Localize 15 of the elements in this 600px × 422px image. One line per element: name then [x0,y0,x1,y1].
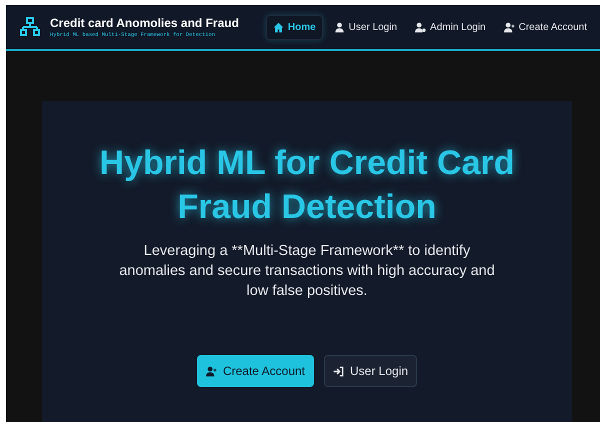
nav-link[interactable]: User Login [326,14,404,40]
hero-title: Hybrid ML for Credit Card Fraud Detection [98,143,516,228]
nav-link[interactable]: Home [266,14,323,40]
network-icon [20,17,40,37]
create-account-button[interactable]: Create Account [196,355,314,387]
site-title: Credit card Anomolies and Fraud [50,16,239,30]
hero-description: Leveraging a **Multi-Stage Framework** to identify anomalies and secure transactions with high accuracy and low false positives. [118,242,496,301]
login-button[interactable]: User Login [324,355,418,387]
home-icon [272,22,284,32]
user-icon [334,22,345,32]
login-icon [333,366,344,376]
add-user-icon [206,366,217,376]
add-user-icon [504,22,515,32]
nav-link[interactable]: Create Account [496,14,594,40]
nav-link[interactable]: Admin Login [408,14,493,40]
